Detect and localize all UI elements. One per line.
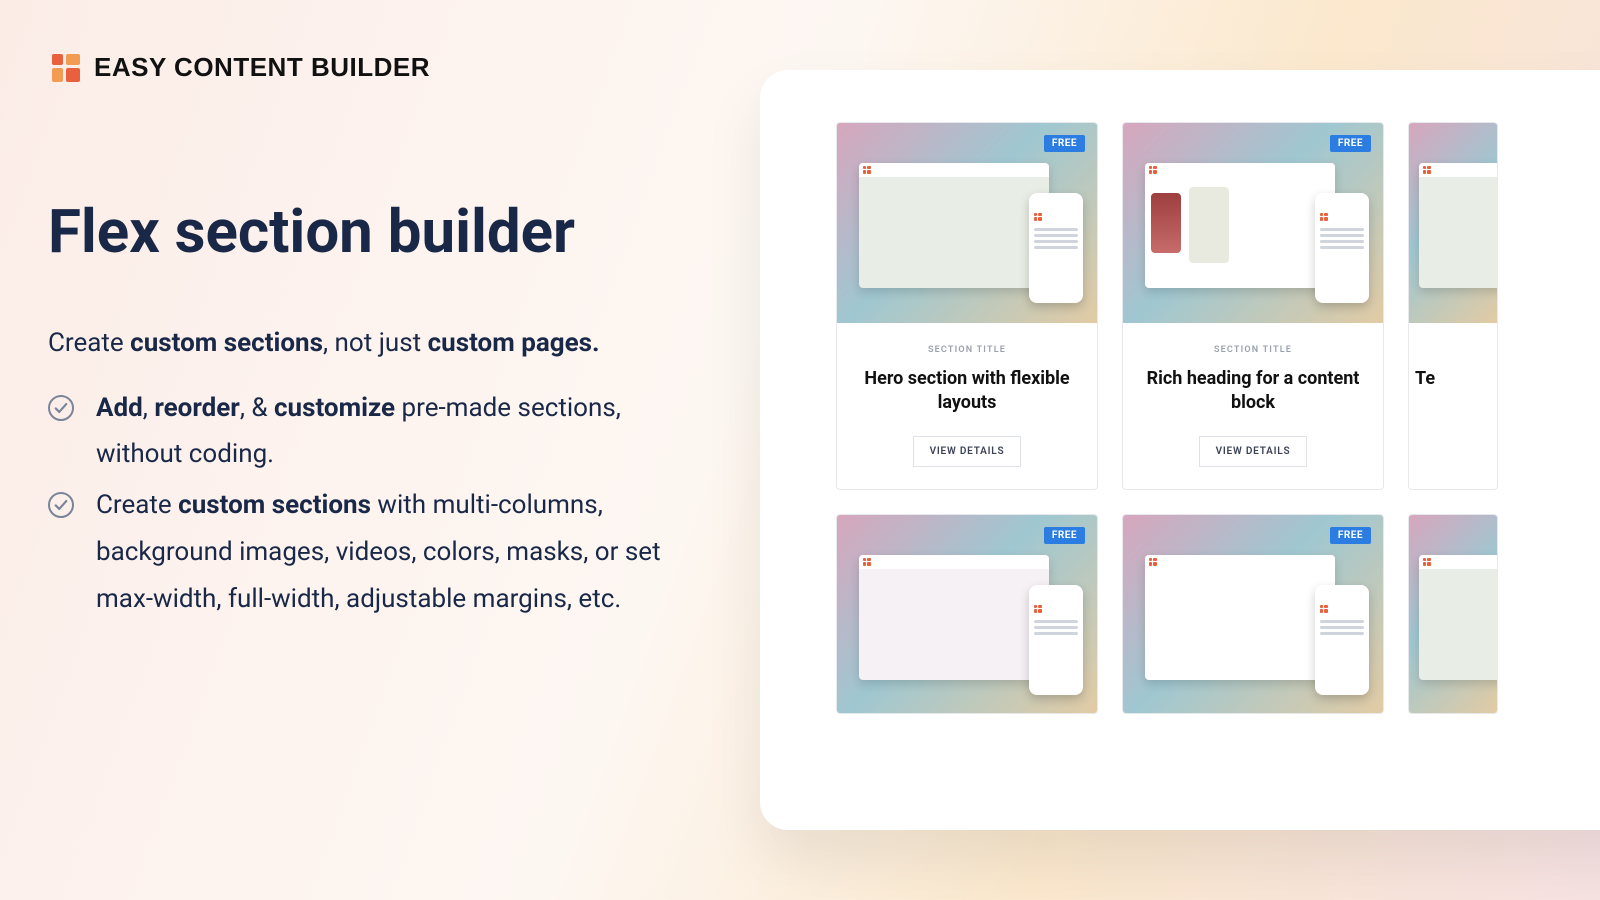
page-title: Flex section builder bbox=[48, 200, 698, 263]
card-thumbnail: FREE bbox=[1123, 123, 1383, 323]
cards-row-bottom: FREE FREE bbox=[836, 514, 1600, 714]
section-label: SECTION TITLE bbox=[851, 345, 1083, 355]
showcase-panel: FREE SECTION TITLE Hero section with fle… bbox=[760, 70, 1600, 830]
view-details-button[interactable]: VIEW DETAILS bbox=[1199, 436, 1308, 467]
feature-bullet: Create custom sections with multi-column… bbox=[48, 482, 698, 622]
feature-bullet: Add, reorder, & customize pre-made secti… bbox=[48, 385, 698, 479]
free-badge: FREE bbox=[1044, 135, 1085, 152]
section-label: SECTION TITLE bbox=[1137, 345, 1369, 355]
section-card[interactable]: . Te bbox=[1408, 122, 1498, 490]
hero-copy: Flex section builder Create custom secti… bbox=[48, 200, 698, 623]
card-thumbnail: FREE bbox=[837, 515, 1097, 713]
card-thumbnail: FREE bbox=[1123, 515, 1383, 713]
cards-row-top: FREE SECTION TITLE Hero section with fle… bbox=[836, 122, 1600, 490]
card-thumbnail bbox=[1409, 123, 1497, 323]
brand-name: EASY CONTENT BUILDER bbox=[94, 52, 430, 83]
section-card[interactable]: FREE SECTION TITLE Rich heading for a co… bbox=[1122, 122, 1384, 490]
card-title: Hero section with flexible layouts bbox=[851, 367, 1083, 416]
free-badge: FREE bbox=[1330, 527, 1371, 544]
card-title: Rich heading for a content block bbox=[1137, 367, 1369, 416]
bullet-text: Add, reorder, & customize pre-made secti… bbox=[96, 385, 698, 479]
check-icon bbox=[48, 492, 74, 518]
free-badge: FREE bbox=[1044, 527, 1085, 544]
view-details-button[interactable]: VIEW DETAILS bbox=[913, 436, 1022, 467]
free-badge: FREE bbox=[1330, 135, 1371, 152]
section-card[interactable]: FREE SECTION TITLE Hero section with fle… bbox=[836, 122, 1098, 490]
card-title: Te bbox=[1415, 367, 1497, 391]
section-card[interactable] bbox=[1408, 514, 1498, 714]
check-icon bbox=[48, 395, 74, 421]
card-thumbnail bbox=[1409, 515, 1497, 713]
logo-icon bbox=[52, 54, 80, 82]
section-card[interactable]: FREE bbox=[836, 514, 1098, 714]
card-thumbnail: FREE bbox=[837, 123, 1097, 323]
lead-sentence: Create custom sections, not just custom … bbox=[48, 325, 698, 363]
brand-logo: EASY CONTENT BUILDER bbox=[52, 52, 430, 83]
bullet-text: Create custom sections with multi-column… bbox=[96, 482, 698, 622]
section-card[interactable]: FREE bbox=[1122, 514, 1384, 714]
